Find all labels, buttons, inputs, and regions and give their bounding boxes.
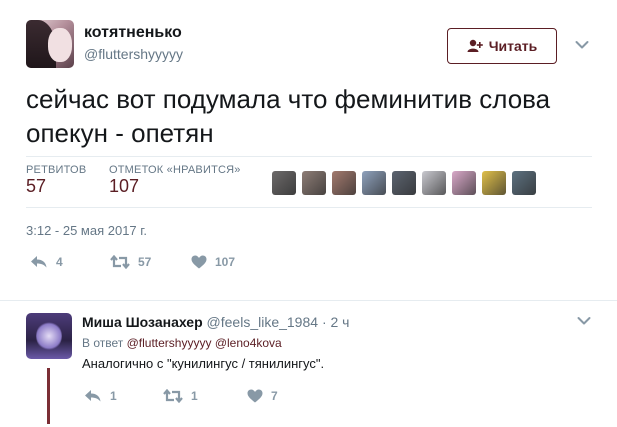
author-avatar[interactable] — [26, 20, 74, 68]
author-name[interactable]: котятненько — [84, 24, 182, 42]
replying-to-link-2[interactable]: @leno4kova — [215, 336, 282, 350]
reply-retweet-count: 1 — [191, 389, 198, 403]
liker-avatar[interactable] — [272, 171, 296, 195]
divider — [26, 156, 592, 157]
add-user-icon — [467, 39, 483, 52]
reply-action[interactable]: 4 — [30, 255, 63, 269]
reply-author-name[interactable]: Миша Шозанахер — [82, 314, 203, 330]
reply-count: 4 — [56, 255, 63, 269]
likes-count: 107 — [109, 176, 140, 196]
retweets-stat[interactable]: РЕТВИТОВ 57 — [26, 164, 86, 197]
reply-icon — [85, 390, 101, 402]
retweets-count: 57 — [26, 176, 47, 196]
chevron-down-icon[interactable] — [577, 316, 591, 326]
reply-time[interactable]: 2 ч — [331, 314, 350, 330]
reply-like-action[interactable]: 7 — [247, 389, 278, 403]
retweet-icon — [163, 389, 183, 403]
reply-icon — [31, 256, 47, 268]
reply-separator: · — [321, 314, 327, 330]
liker-avatar[interactable] — [512, 171, 536, 195]
section-divider — [0, 300, 617, 301]
tweet-text: сейчас вот подумала что феминитив слова … — [26, 84, 551, 148]
heart-icon — [191, 255, 207, 269]
retweets-label: РЕТВИТОВ — [26, 164, 87, 176]
retweet-count: 57 — [138, 255, 152, 269]
author-handle[interactable]: @fluttershyyyyy — [84, 46, 183, 62]
like-count: 107 — [215, 255, 236, 269]
like-action[interactable]: 107 — [191, 255, 235, 269]
liker-avatar[interactable] — [332, 171, 356, 195]
tweet-timestamp[interactable]: 3:12 - 25 мая 2017 г. — [26, 223, 147, 238]
reply-reply-action[interactable]: 1 — [84, 389, 117, 403]
reply-reply-count: 1 — [110, 389, 117, 403]
likes-stat[interactable]: ОТМЕТОК «НРАВИТСЯ» 107 — [109, 164, 241, 197]
retweet-action[interactable]: 57 — [110, 255, 151, 269]
reply-author-avatar[interactable] — [26, 313, 72, 359]
liker-avatar[interactable] — [422, 171, 446, 195]
reply-header: Миша Шозанахер @feels_like_1984 · 2 ч — [82, 314, 349, 330]
liker-avatar[interactable] — [482, 171, 506, 195]
likes-label: ОТМЕТОК «НРАВИТСЯ» — [109, 164, 241, 176]
liker-avatar[interactable] — [362, 171, 386, 195]
reply-author-handle[interactable]: @feels_like_1984 — [207, 314, 319, 330]
liker-avatar[interactable] — [452, 171, 476, 195]
reply-like-count: 7 — [271, 389, 278, 403]
chevron-down-icon[interactable] — [575, 40, 589, 50]
replying-to-link-1[interactable]: @fluttershyyyyy — [127, 336, 212, 350]
liker-avatar[interactable] — [392, 171, 416, 195]
reply-text: Аналогично с "кунилингус / тянилингус". — [82, 356, 325, 371]
replying-to: В ответ @fluttershyyyyy @leno4kova — [82, 336, 282, 350]
replying-prefix: В ответ — [82, 336, 124, 350]
heart-icon — [247, 389, 263, 403]
reply-retweet-action[interactable]: 1 — [163, 389, 198, 403]
follow-label: Читать — [488, 38, 538, 54]
liker-avatars — [272, 171, 536, 195]
retweet-icon — [110, 255, 130, 269]
thread-line — [47, 368, 50, 424]
divider — [26, 207, 592, 208]
liker-avatar[interactable] — [302, 171, 326, 195]
follow-button[interactable]: Читать — [447, 28, 557, 64]
